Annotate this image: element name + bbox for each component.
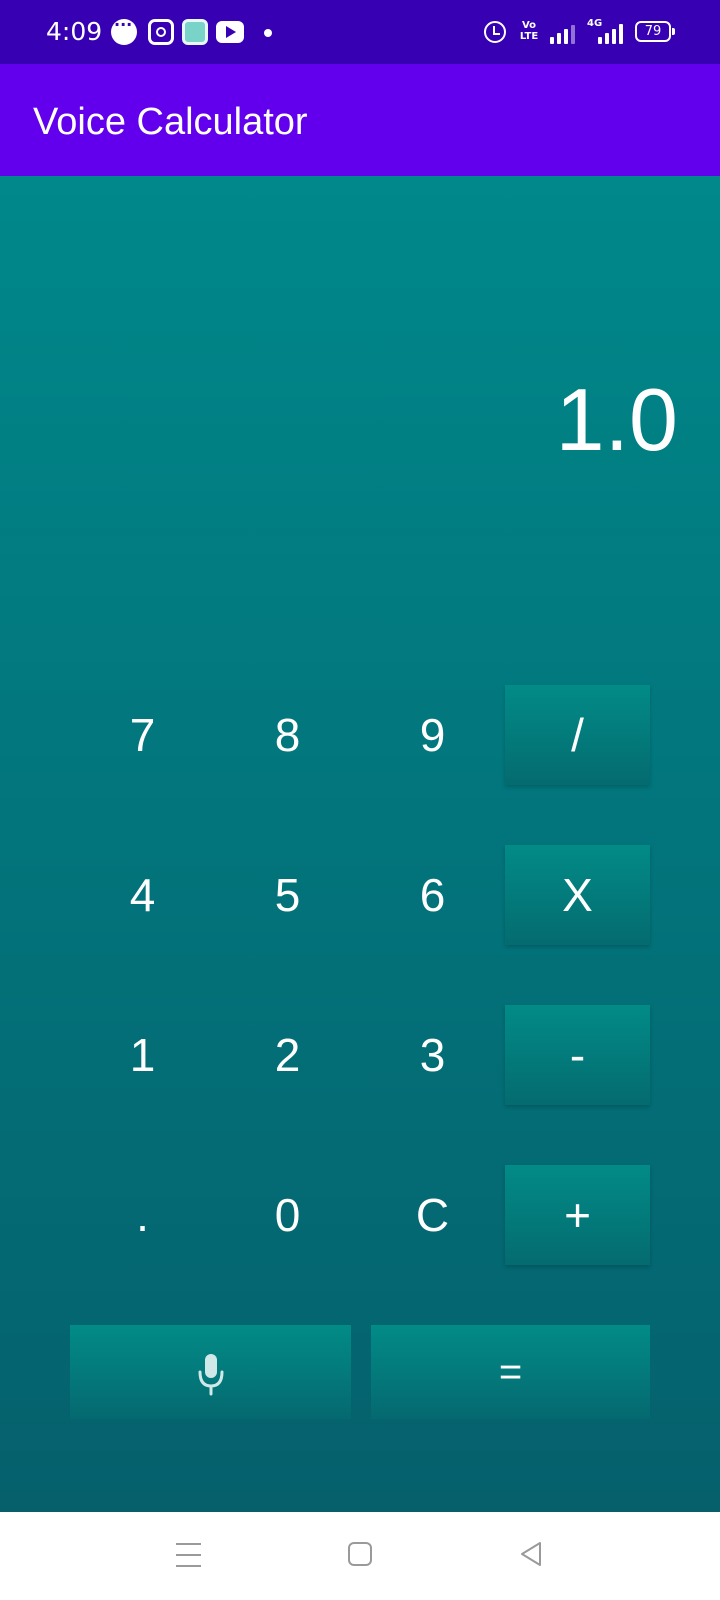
alarm-icon xyxy=(484,21,506,43)
key-3[interactable]: 3 xyxy=(360,1005,505,1105)
key-4[interactable]: 4 xyxy=(70,845,215,945)
key-9[interactable]: 9 xyxy=(360,685,505,785)
status-bar: 4:09 Vo LTE 4G 79 xyxy=(0,0,720,64)
microphone-icon xyxy=(198,1354,224,1396)
voice-input-button[interactable] xyxy=(70,1325,351,1419)
key-0[interactable]: 0 xyxy=(215,1165,360,1265)
battery-icon: 79 xyxy=(635,21,675,42)
navigation-bar xyxy=(0,1512,720,1600)
clear-button[interactable]: C xyxy=(360,1165,505,1265)
add-button[interactable]: + xyxy=(505,1165,650,1265)
key-1[interactable]: 1 xyxy=(70,1005,215,1105)
battery-level: 79 xyxy=(644,24,662,39)
signal-icon xyxy=(598,20,623,44)
divide-button[interactable]: / xyxy=(505,685,650,785)
decimal-button[interactable]: . xyxy=(70,1165,215,1265)
volte-top-label: Vo xyxy=(521,20,537,31)
instagram-icon xyxy=(148,19,174,45)
app-icon xyxy=(182,19,208,45)
result-display: 1.0 xyxy=(555,370,678,469)
app-bar: Voice Calculator xyxy=(0,64,720,176)
status-time: 4:09 xyxy=(46,17,103,46)
dot-icon xyxy=(264,29,272,37)
key-2[interactable]: 2 xyxy=(215,1005,360,1105)
back-icon[interactable] xyxy=(518,1540,544,1568)
key-5[interactable]: 5 xyxy=(215,845,360,945)
key-6[interactable]: 6 xyxy=(360,845,505,945)
chat-icon xyxy=(111,15,137,45)
equals-button[interactable]: = xyxy=(371,1325,650,1419)
multiply-button[interactable]: X xyxy=(505,845,650,945)
signal-icon xyxy=(550,20,575,44)
menu-icon[interactable] xyxy=(176,1543,201,1567)
youtube-icon xyxy=(216,21,244,43)
home-icon[interactable] xyxy=(348,1542,372,1566)
subtract-button[interactable]: - xyxy=(505,1005,650,1105)
calculator-body: 1.0 7 8 9 / 4 5 6 X 1 2 3 - . 0 C + = xyxy=(0,176,720,1512)
key-7[interactable]: 7 xyxy=(70,685,215,785)
volte-bottom-label: LTE xyxy=(519,31,539,42)
key-8[interactable]: 8 xyxy=(215,685,360,785)
app-title: Voice Calculator xyxy=(33,101,308,143)
volte-icon: Vo LTE xyxy=(516,20,542,42)
